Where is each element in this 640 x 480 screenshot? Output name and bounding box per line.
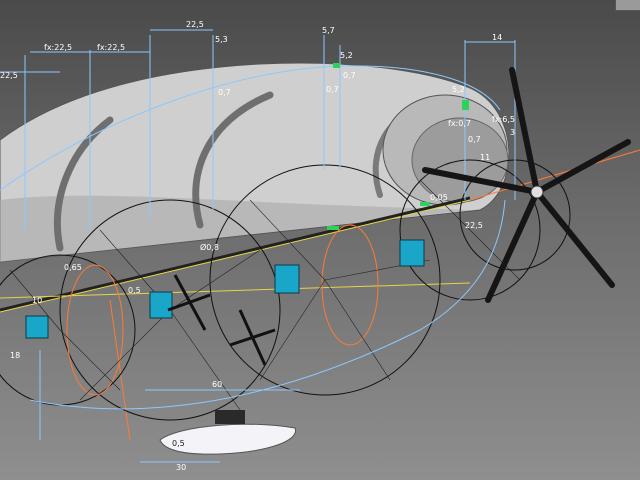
dim-label[interactable]: 0,7: [326, 85, 339, 94]
dim-label[interactable]: 0,65: [64, 263, 82, 272]
payload-box[interactable]: [399, 239, 425, 267]
dim-label[interactable]: fx:22,5: [97, 43, 125, 52]
dim-label[interactable]: fx:0,7: [448, 119, 471, 128]
dim-label[interactable]: 5,2: [340, 51, 353, 60]
dim-label[interactable]: 0,05: [430, 193, 448, 202]
dim-label[interactable]: 18: [10, 351, 20, 360]
dim-label[interactable]: 22,5: [0, 71, 18, 80]
dim-label[interactable]: fx:6,5: [492, 115, 515, 124]
payload-box[interactable]: [274, 264, 300, 294]
dim-label[interactable]: 0,5: [172, 439, 185, 448]
dim-label[interactable]: 22,5: [465, 221, 483, 230]
dim-label[interactable]: 5,2: [452, 85, 465, 94]
dim-label[interactable]: 11: [480, 153, 490, 162]
dim-label[interactable]: 10: [32, 296, 42, 305]
airship-envelope[interactable]: [0, 62, 510, 263]
dim-label[interactable]: 5,7: [322, 26, 335, 35]
vectoring-propellers[interactable]: [167, 274, 276, 366]
payload-box[interactable]: [25, 315, 49, 339]
dim-label[interactable]: fx:22,5: [44, 43, 72, 52]
ring-frame-orange: [321, 224, 379, 346]
dim-label[interactable]: 14: [492, 33, 502, 42]
axis-line-vertical: [109, 299, 131, 441]
view-cube-badge[interactable]: [615, 0, 640, 11]
propeller-hub[interactable]: [530, 185, 544, 199]
payload-box[interactable]: [149, 291, 173, 319]
dim-label[interactable]: 22,5: [186, 20, 204, 29]
dim-label[interactable]: 60: [212, 380, 222, 389]
dim-label[interactable]: 0,7: [218, 88, 231, 97]
cad-viewport[interactable]: 22,5 fx:22,5 fx:22,5 22,5 5,3 5,7 5,2 0,…: [0, 0, 640, 480]
dim-label[interactable]: 3: [510, 128, 515, 137]
dim-label[interactable]: 5,3: [215, 35, 228, 44]
dim-label[interactable]: Ø0,8: [200, 242, 219, 252]
dim-label[interactable]: 0,7: [468, 135, 481, 144]
dim-label[interactable]: 30: [176, 463, 186, 472]
dim-label[interactable]: 0,5: [128, 286, 141, 295]
guide-line: [0, 282, 471, 299]
airship-model-scene[interactable]: 22,5 fx:22,5 fx:22,5 22,5 5,3 5,7 5,2 0,…: [0, 0, 640, 480]
dim-label[interactable]: 0,7: [343, 71, 356, 80]
